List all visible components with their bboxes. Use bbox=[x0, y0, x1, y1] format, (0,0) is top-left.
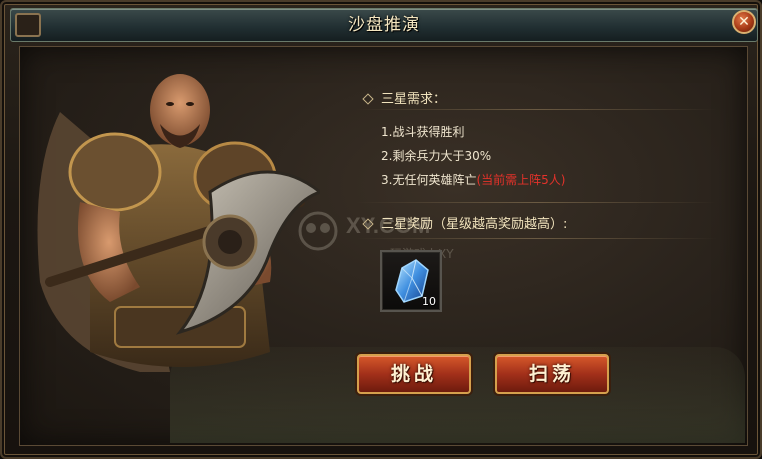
title-bar: 沙盘推演 bbox=[10, 8, 758, 42]
requirements-heading-text: 三星需求： bbox=[381, 92, 447, 107]
requirement-2: 2.剩余兵力大于30% bbox=[381, 149, 492, 163]
reward-item-slot[interactable]: 10 bbox=[380, 250, 442, 312]
window-title: 沙盘推演 bbox=[348, 15, 420, 35]
rewards-heading-text: 三星奖励（星级越高奖励越高）: bbox=[381, 217, 568, 232]
rewards-top-divider bbox=[357, 202, 717, 203]
owl-logo-icon bbox=[298, 211, 338, 251]
challenge-button[interactable]: 挑战 bbox=[357, 354, 471, 394]
rewards-divider bbox=[357, 238, 717, 239]
requirement-3-note: (当前需上阵5人) bbox=[476, 173, 566, 187]
diamond-bullet-icon bbox=[362, 217, 374, 230]
requirements-divider bbox=[357, 109, 717, 110]
diamond-bullet-icon bbox=[362, 92, 374, 105]
requirement-3: 3.无任何英雄阵亡(当前需上阵5人) bbox=[381, 171, 565, 188]
requirement-3-text: 3.无任何英雄阵亡 bbox=[381, 173, 477, 187]
close-button[interactable]: ✕ bbox=[732, 10, 756, 34]
rewards-heading: 三星奖励（星级越高奖励越高）: bbox=[362, 213, 568, 232]
requirements-heading: 三星需求： bbox=[362, 88, 447, 107]
window-frame: 沙盘推演 ✕ XY.COM 三星需求： 1.战斗获得胜利 2.剩余兵力大于30%… bbox=[0, 0, 762, 459]
requirement-1: 1.战斗获得胜利 bbox=[381, 125, 465, 139]
hero-warrior-illustration bbox=[37, 74, 320, 372]
sweep-button[interactable]: 扫荡 bbox=[495, 354, 609, 394]
reward-item-count: 10 bbox=[422, 295, 436, 308]
